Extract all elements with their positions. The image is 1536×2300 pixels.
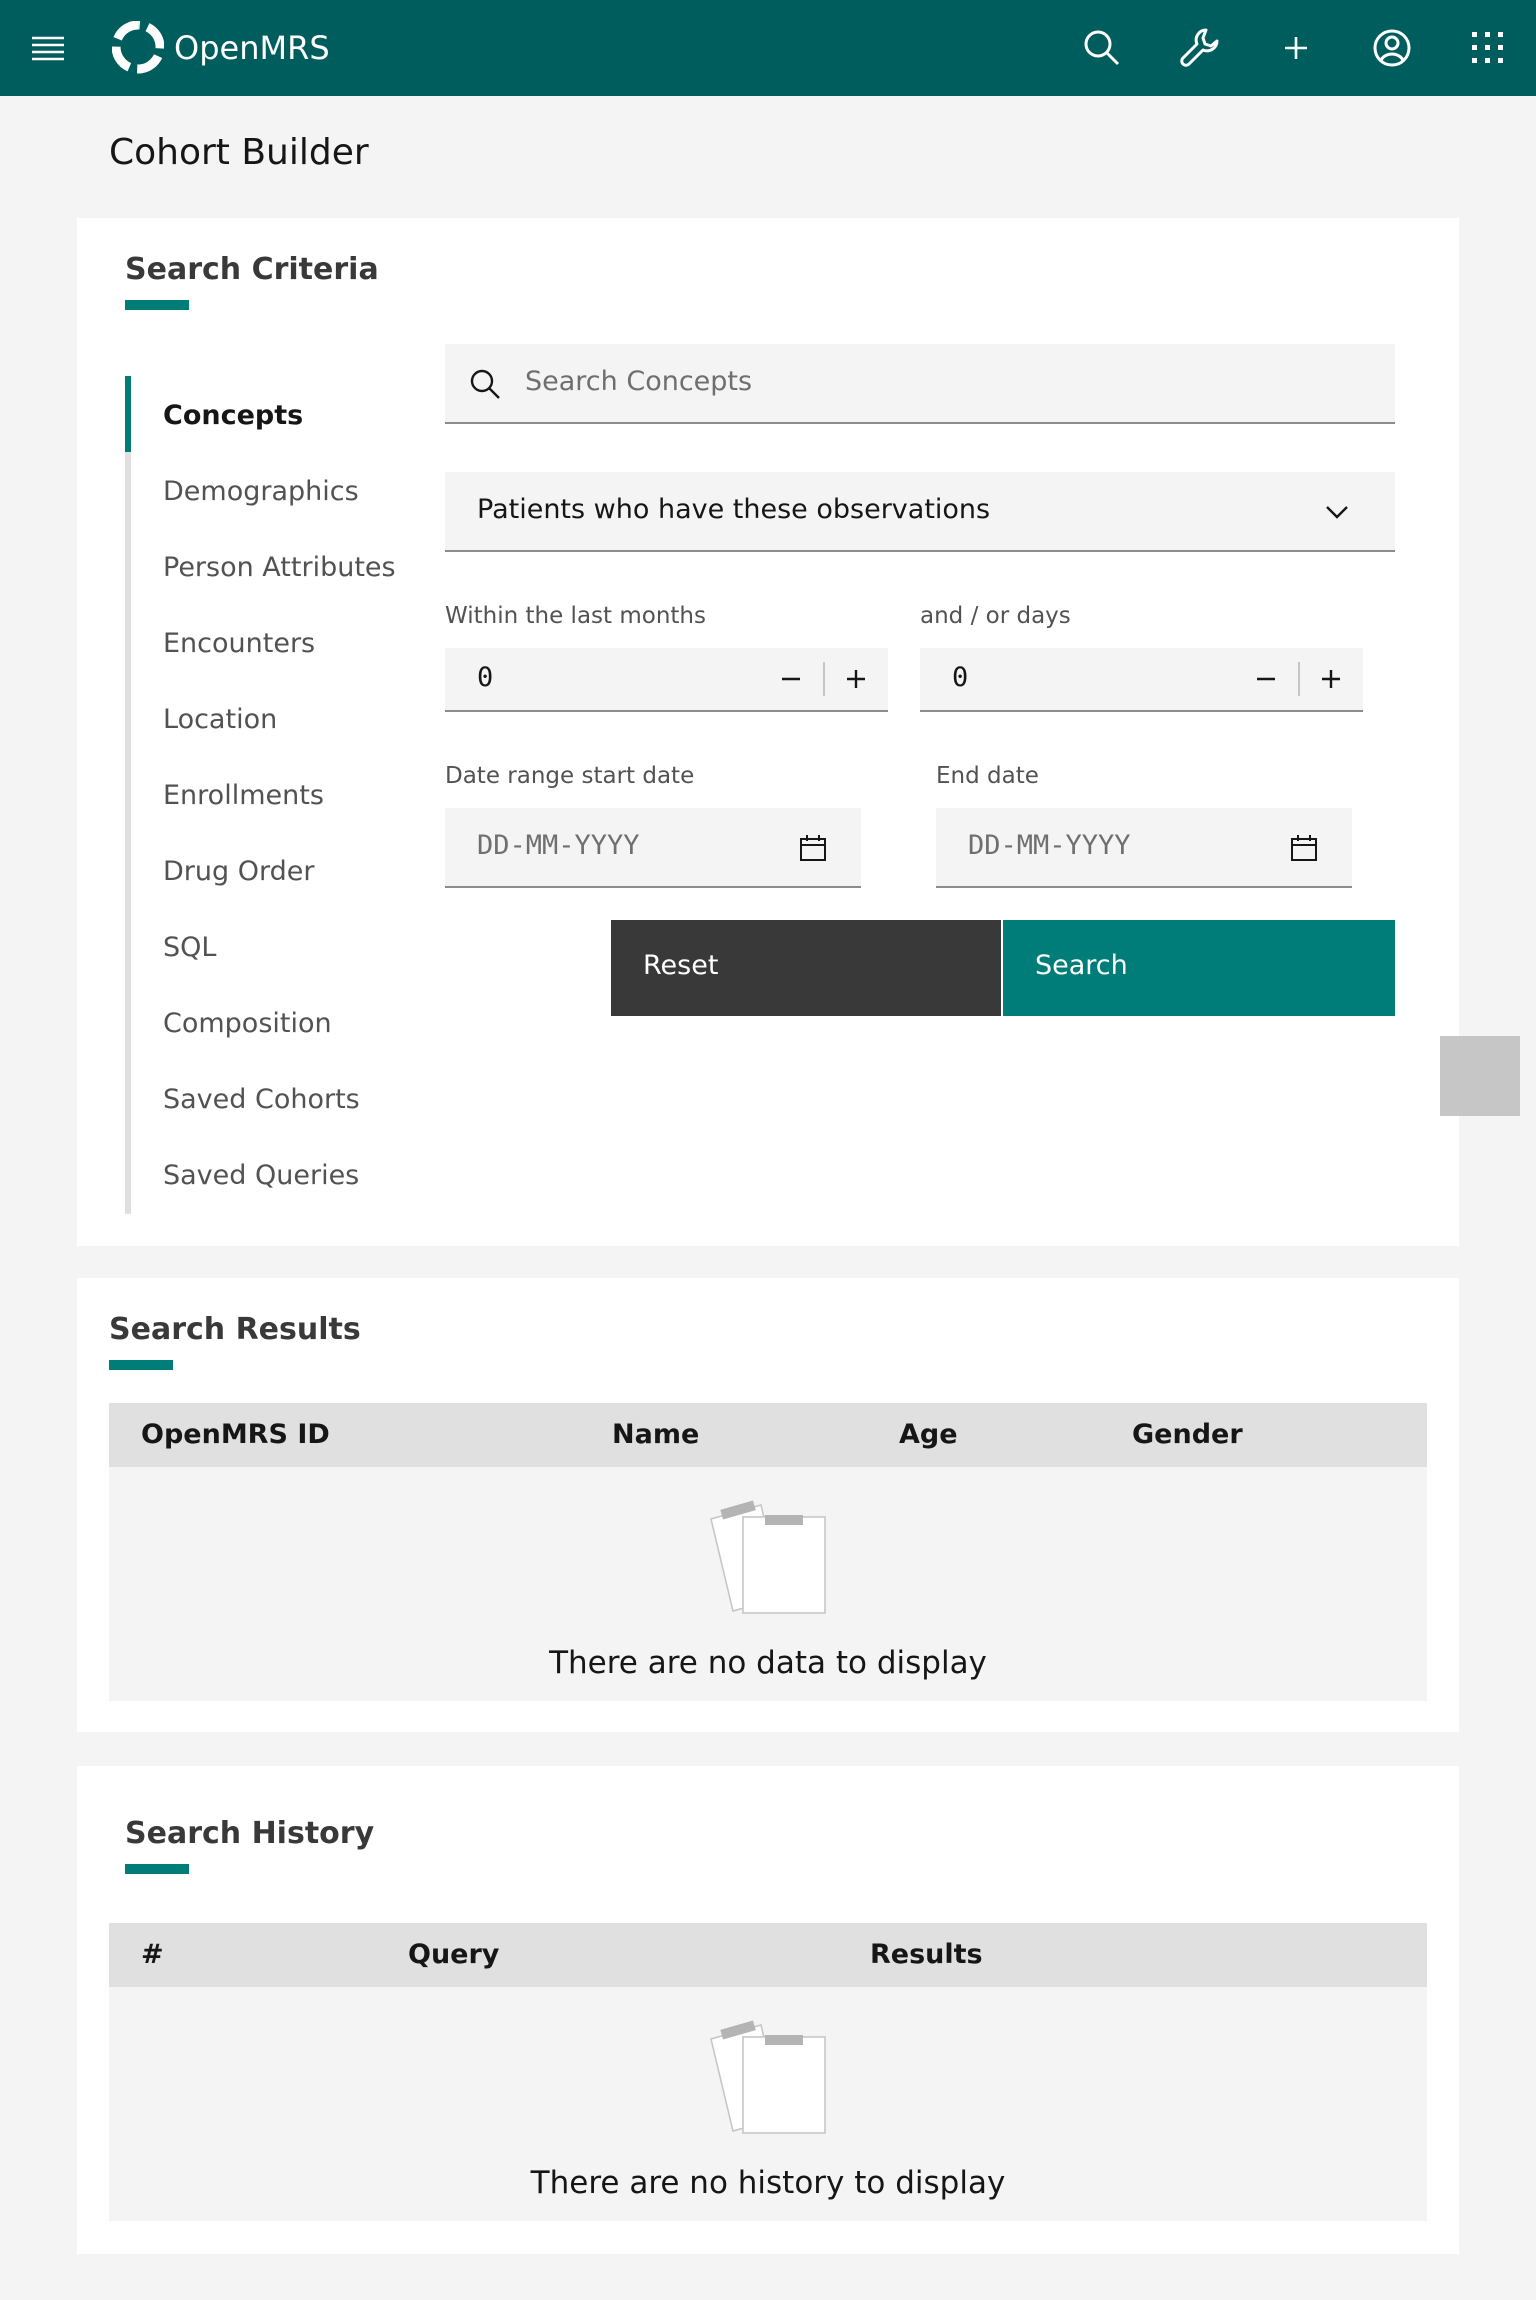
page-title: Cohort Builder (109, 132, 369, 173)
nav-item-saved-queries[interactable]: Saved Queries (163, 1160, 359, 1191)
observation-type-dropdown[interactable]: Patients who have these observations (445, 472, 1395, 552)
end-date-label: End date (936, 763, 1039, 789)
criteria-side-nav: Concepts Demographics Person Attributes … (125, 376, 425, 1214)
nav-item-composition[interactable]: Composition (163, 1008, 332, 1039)
search-icon[interactable] (1078, 24, 1126, 72)
column-header-age[interactable]: Age (899, 1419, 958, 1450)
search-results-title: Search Results (109, 1312, 361, 1347)
nav-item-person-attributes[interactable]: Person Attributes (163, 552, 396, 583)
days-decrement-button[interactable] (1234, 648, 1298, 710)
days-value: 0 (952, 662, 969, 693)
plus-icon (1322, 670, 1340, 688)
column-header-gender[interactable]: Gender (1132, 1419, 1243, 1450)
history-empty-message: There are no history to display (530, 2165, 1006, 2201)
nav-item-sql[interactable]: SQL (163, 932, 216, 963)
results-empty-message: There are no data to display (549, 1645, 987, 1681)
section-underline (109, 1360, 173, 1370)
observation-type-value: Patients who have these observations (477, 494, 991, 525)
nav-item-drug-order[interactable]: Drug Order (163, 856, 314, 887)
nav-item-enrollments[interactable]: Enrollments (163, 780, 324, 811)
nav-item-encounters[interactable]: Encounters (163, 628, 315, 659)
search-button[interactable]: Search (1003, 920, 1395, 1016)
minus-icon (782, 677, 800, 681)
column-header-number[interactable]: # (141, 1939, 164, 1970)
search-icon (470, 369, 500, 399)
months-label: Within the last months (445, 603, 706, 629)
openmrs-logo[interactable]: OpenMRS (112, 18, 330, 78)
chevron-down-icon (1326, 506, 1348, 519)
add-icon[interactable] (1272, 24, 1320, 72)
search-concepts-placeholder: Search Concepts (525, 366, 753, 397)
user-avatar-icon[interactable] (1368, 24, 1416, 72)
plus-icon (847, 670, 865, 688)
app-switcher-icon[interactable] (1464, 24, 1512, 72)
column-header-query[interactable]: Query (408, 1939, 499, 1970)
search-criteria-title: Search Criteria (125, 252, 379, 287)
empty-clipboard-icon (710, 2020, 826, 2134)
months-increment-button[interactable] (824, 648, 888, 710)
wrench-icon[interactable] (1176, 24, 1224, 72)
side-panel-toggle[interactable] (1440, 1036, 1520, 1116)
months-number-input[interactable]: 0 (445, 648, 888, 712)
column-header-name[interactable]: Name (612, 1419, 699, 1450)
app-name: OpenMRS (174, 29, 330, 67)
search-history-title: Search History (125, 1816, 375, 1851)
column-header-openmrs-id[interactable]: OpenMRS ID (141, 1419, 330, 1450)
results-table-header: OpenMRS ID Name Age Gender (109, 1403, 1427, 1467)
history-empty-state: There are no history to display (109, 1987, 1427, 2221)
section-underline (125, 1864, 189, 1874)
nav-item-demographics[interactable]: Demographics (163, 476, 359, 507)
column-header-results[interactable]: Results (870, 1939, 983, 1970)
days-label: and / or days (920, 603, 1071, 629)
months-value: 0 (477, 662, 494, 693)
months-decrement-button[interactable] (759, 648, 823, 710)
reset-button[interactable]: Reset (611, 920, 1001, 1016)
start-date-input[interactable]: DD-MM-YYYY (445, 808, 861, 888)
days-number-input[interactable]: 0 (920, 648, 1363, 712)
start-date-label: Date range start date (445, 763, 695, 789)
end-date-placeholder: DD-MM-YYYY (968, 830, 1131, 861)
end-date-input[interactable]: DD-MM-YYYY (936, 808, 1352, 888)
minus-icon (1257, 677, 1275, 681)
days-increment-button[interactable] (1299, 648, 1363, 710)
calendar-icon[interactable] (799, 834, 827, 862)
search-concepts-input[interactable]: Search Concepts (445, 344, 1395, 424)
hamburger-menu-icon[interactable] (28, 30, 68, 66)
openmrs-logo-icon (112, 21, 164, 74)
top-navigation-bar: OpenMRS (0, 0, 1536, 96)
nav-item-concepts[interactable]: Concepts (163, 400, 303, 431)
start-date-placeholder: DD-MM-YYYY (477, 830, 640, 861)
calendar-icon[interactable] (1290, 834, 1318, 862)
nav-item-location[interactable]: Location (163, 704, 277, 735)
section-underline (125, 300, 189, 310)
empty-clipboard-icon (710, 1500, 826, 1614)
history-table-header: # Query Results (109, 1923, 1427, 1987)
active-indicator (125, 376, 131, 452)
nav-item-saved-cohorts[interactable]: Saved Cohorts (163, 1084, 360, 1115)
results-empty-state: There are no data to display (109, 1467, 1427, 1701)
